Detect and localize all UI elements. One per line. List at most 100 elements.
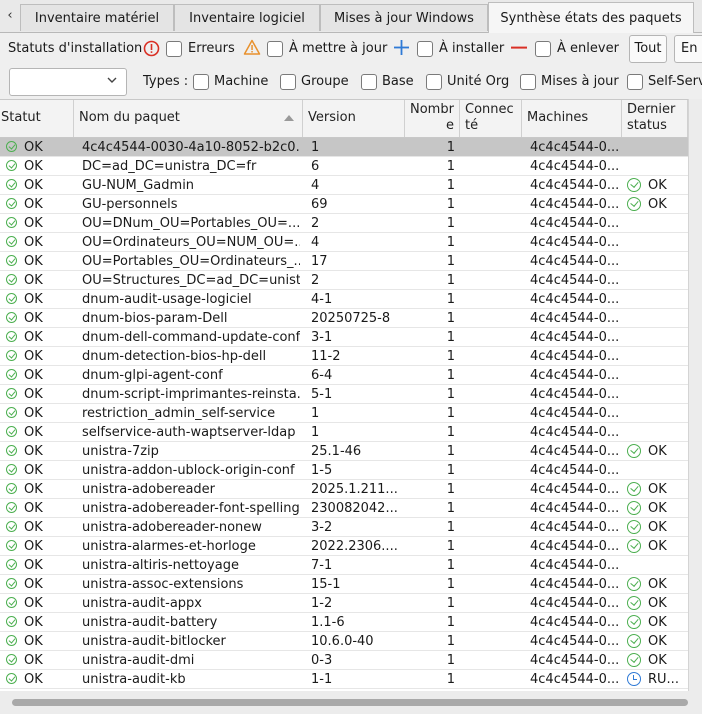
version-cell: 7-1 — [311, 558, 333, 573]
check-circle-icon — [6, 654, 17, 665]
status-cell: OK — [24, 235, 43, 250]
table-row[interactable]: OK dnum-glpi-agent-conf 6-4 1 4c4c4544-0... — [0, 366, 688, 385]
tab-synthese-etats-paquets[interactable]: Synthèse états des paquets — [488, 2, 694, 33]
version-cell: 15-1 — [311, 577, 341, 592]
check-circle-icon — [6, 483, 17, 494]
errors-label: Erreurs — [188, 41, 235, 56]
table-row[interactable]: OK unistra-alarmes-et-horloge 2022.2306...… — [0, 537, 688, 556]
table-row[interactable]: OK selfservice-auth-waptserver-ldap 1 1 4c4c… — [0, 423, 688, 442]
column-header-machines[interactable]: Machines — [522, 100, 622, 137]
table-row[interactable]: OK dnum-dell-command-update-conf 3-1 1 4c4c4… — [0, 328, 688, 347]
column-header-last-status[interactable]: Dernier status — [622, 100, 688, 137]
status-cell: OK — [24, 539, 43, 554]
type-unite-org-checkbox[interactable] — [426, 74, 442, 90]
horizontal-scrollbar-thumb[interactable] — [12, 699, 688, 706]
check-circle-icon — [627, 197, 641, 211]
check-circle-icon — [6, 464, 17, 475]
table-row[interactable]: OK dnum-script-imprimantes-reinsta... 5-1 1… — [0, 385, 688, 404]
version-cell: 11-2 — [311, 349, 341, 364]
all-button[interactable]: Tout — [629, 35, 667, 63]
count-cell: 1 — [446, 406, 455, 421]
check-circle-icon — [6, 445, 17, 456]
table-row[interactable]: OK OU=Structures_DC=ad_DC=unist... 2 1 4c4c4… — [0, 271, 688, 290]
horizontal-scrollbar[interactable] — [0, 691, 702, 714]
count-cell: 1 — [446, 463, 455, 478]
table-row[interactable]: OK unistra-audit-battery 1.1-6 1 4c4c4544-0.… — [0, 613, 688, 632]
type-mises-a-jour-label: Mises à jour — [541, 74, 619, 89]
check-circle-icon — [6, 179, 17, 190]
column-header-status[interactable]: Statut — [0, 100, 74, 137]
column-header-version[interactable]: Version — [303, 100, 405, 137]
table-row[interactable]: OK GU-personnels 69 1 4c4c4544-0... OK — [0, 195, 688, 214]
version-cell: 230082042... — [311, 501, 398, 516]
type-base-checkbox[interactable] — [361, 74, 377, 90]
machines-cell: 4c4c4544-0... — [530, 197, 620, 212]
name-cell: dnum-dell-command-update-conf — [82, 330, 300, 345]
table-row[interactable]: OK DC=ad_DC=unistra_DC=fr 6 1 4c4c4544-0... — [0, 157, 688, 176]
tab-mises-a-jour-windows[interactable]: Mises à jour Windows — [320, 4, 488, 31]
table-row[interactable]: OK 4c4c4544-0030-4a10-8052-b2c0... 1 1 4c4c4… — [0, 138, 688, 157]
column-header-count[interactable]: Nombr e — [405, 100, 460, 137]
type-machine-checkbox[interactable] — [193, 74, 209, 90]
machines-cell: 4c4c4544-0... — [530, 425, 620, 440]
to-update-checkbox[interactable] — [267, 41, 283, 57]
version-cell: 3-2 — [311, 520, 333, 535]
count-cell: 1 — [446, 292, 455, 307]
machines-cell: 4c4c4544-0... — [530, 311, 620, 326]
type-self-service-label: Self-Serv — [648, 74, 702, 89]
to-remove-checkbox[interactable] — [535, 41, 551, 57]
table-row[interactable]: OK unistra-audit-bitlocker 10.6.0-40 1 4c4c4… — [0, 632, 688, 651]
check-circle-icon — [6, 274, 17, 285]
tab-inventaire-materiel[interactable]: Inventaire matériel — [20, 4, 174, 31]
count-cell: 1 — [446, 615, 455, 630]
table-row[interactable]: OK OU=Ordinateurs_OU=NUM_OU=... 4 1 4c4c4544… — [0, 233, 688, 252]
version-cell: 4 — [311, 235, 320, 250]
cut-off-button[interactable]: En a — [674, 35, 702, 63]
table-row[interactable]: OK unistra-audit-appx 1-2 1 4c4c4544-0... OK — [0, 594, 688, 613]
table-row[interactable]: OK unistra-addon-ublock-origin-conf 1-5 1 4c… — [0, 461, 688, 480]
type-groupe-checkbox[interactable] — [280, 74, 296, 90]
table-row[interactable]: OK dnum-audit-usage-logiciel 4-1 1 4c4c4544-… — [0, 290, 688, 309]
status-cell: OK — [24, 292, 43, 307]
version-cell: 10.6.0-40 — [311, 634, 374, 649]
check-circle-icon — [6, 388, 17, 399]
count-cell: 1 — [446, 482, 455, 497]
table-row[interactable]: OK unistra-adobereader-font-spelling 23008… — [0, 499, 688, 518]
table-row[interactable]: OK unistra-adobereader-nonew 3-2 1 4c4c4544-… — [0, 518, 688, 537]
column-header-connected[interactable]: Connec té — [460, 100, 522, 137]
packages-table[interactable]: Statut Nom du paquet Version Nombr e Conn… — [0, 99, 688, 692]
table-row[interactable]: OK OU=Portables_OU=Ordinateurs_... 17 1 4c4c… — [0, 252, 688, 271]
status-cell: OK — [24, 159, 43, 174]
table-row[interactable]: OK OU=DNum_OU=Portables_OU=... 2 1 4c4c4544-… — [0, 214, 688, 233]
table-row[interactable]: OK unistra-audit-kb 1-1 1 4c4c4544-0... RU... — [0, 670, 688, 689]
to-install-checkbox[interactable] — [417, 41, 433, 57]
count-cell: 1 — [446, 577, 455, 592]
tab-scroll-left-icon[interactable]: ‹ — [2, 6, 18, 26]
name-cell: dnum-glpi-agent-conf — [82, 368, 223, 383]
table-row[interactable]: OK dnum-bios-param-Dell 20250725-8 1 4c4c454… — [0, 309, 688, 328]
table-row[interactable]: OK GU-NUM_Gadmin 4 1 4c4c4544-0... OK — [0, 176, 688, 195]
table-row[interactable]: OK restriction_admin_self-service 1 1 4c4c45… — [0, 404, 688, 423]
version-cell: 2 — [311, 216, 320, 231]
count-cell: 1 — [446, 444, 455, 459]
errors-checkbox[interactable] — [166, 41, 182, 57]
name-cell: unistra-audit-bitlocker — [82, 634, 226, 649]
machines-cell: 4c4c4544-0... — [530, 558, 620, 573]
table-row[interactable]: OK dnum-detection-bios-hp-dell 11-2 1 4c4c45… — [0, 347, 688, 366]
count-cell: 1 — [446, 634, 455, 649]
table-row[interactable]: OK unistra-audit-dmi 0-3 1 4c4c4544-0... OK — [0, 651, 688, 670]
machines-cell: 4c4c4544-0... — [530, 653, 620, 668]
status-cell: OK — [24, 482, 43, 497]
status-cell: OK — [24, 254, 43, 269]
type-mises-a-jour-checkbox[interactable] — [520, 74, 536, 90]
table-row[interactable]: OK unistra-adobereader 2025.1.211... 1 4c4c4… — [0, 480, 688, 499]
table-row[interactable]: OK unistra-7zip 25.1-46 1 4c4c4544-0... OK — [0, 442, 688, 461]
check-circle-icon — [627, 539, 641, 553]
table-row[interactable]: OK unistra-altiris-nettoyage 7-1 1 4c4c4544-… — [0, 556, 688, 575]
column-header-package[interactable]: Nom du paquet — [74, 100, 303, 137]
type-self-service-checkbox[interactable] — [627, 74, 643, 90]
vertical-scrollbar[interactable] — [688, 99, 702, 691]
tab-inventaire-logiciel[interactable]: Inventaire logiciel — [174, 4, 320, 31]
machines-cell: 4c4c4544-0... — [530, 330, 620, 345]
table-row[interactable]: OK unistra-assoc-extensions 15-1 1 4c4c4544-… — [0, 575, 688, 594]
